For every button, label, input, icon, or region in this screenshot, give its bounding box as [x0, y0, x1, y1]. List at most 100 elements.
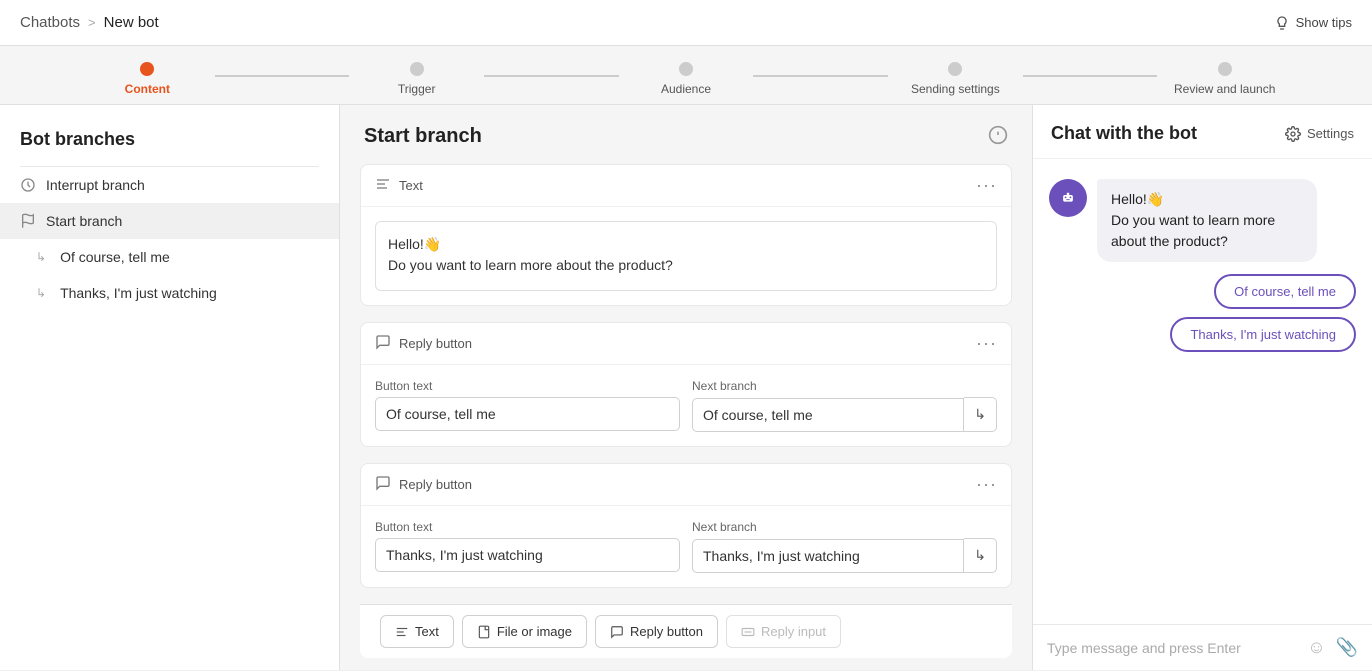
sidebar-item-interrupt[interactable]: Interrupt branch: [0, 167, 339, 203]
reply-button-block-2-menu[interactable]: ···: [976, 474, 997, 495]
text-block-body: Hello!👋Do you want to learn more about t…: [361, 207, 1011, 305]
emoji-icon[interactable]: ☺: [1307, 637, 1325, 658]
sub-arrow-icon-1: ↳: [36, 250, 46, 264]
sub-arrow-icon-2: ↳: [36, 286, 46, 300]
add-text-button[interactable]: Text: [380, 615, 454, 648]
reply-button-2-fields: Button text Next branch ↳: [375, 520, 997, 573]
stepper: Content Trigger Audience Sending setting…: [0, 46, 1372, 105]
chat-input-placeholder[interactable]: Type message and press Enter: [1047, 640, 1307, 656]
settings-icon: [1285, 126, 1301, 142]
show-tips-button[interactable]: Show tips: [1274, 15, 1352, 31]
next-branch-input-2[interactable]: [692, 539, 964, 573]
settings-label: Settings: [1307, 126, 1354, 141]
reply-buttons-row: Of course, tell me Thanks, I'm just watc…: [1049, 274, 1356, 352]
bot-message-line2: Do you want to learn more about the prod…: [1111, 212, 1275, 249]
add-reply-button-label: Reply button: [630, 624, 703, 639]
reply-button-block-1-body: Button text Next branch ↳: [361, 365, 1011, 446]
bot-avatar: [1049, 179, 1087, 217]
next-branch-group-2: Next branch ↳: [692, 520, 997, 573]
sidebar-item-thanks-label: Thanks, I'm just watching: [60, 285, 217, 301]
add-file-label: File or image: [497, 624, 572, 639]
step-connector-1: [215, 75, 350, 77]
reply-button-block-1-header: Reply button ···: [361, 323, 1011, 365]
sidebar-item-start[interactable]: Start branch: [0, 203, 339, 239]
next-branch-label-1: Next branch: [692, 379, 997, 393]
add-reply-input-button[interactable]: Reply input: [726, 615, 841, 648]
goto-button-1[interactable]: ↳: [964, 397, 997, 432]
reply-toolbar-icon: [610, 625, 624, 639]
sidebar-item-thanks[interactable]: ↳ Thanks, I'm just watching: [0, 275, 339, 311]
add-file-button[interactable]: File or image: [462, 615, 587, 648]
step-review[interactable]: Review and launch: [1157, 62, 1372, 96]
button-text-group-1: Button text: [375, 379, 680, 431]
reply-button-block-2: Reply button ··· Button text Next branch…: [360, 463, 1012, 588]
step-audience[interactable]: Audience: [619, 62, 754, 96]
button-text-label-1: Button text: [375, 379, 680, 393]
step-content[interactable]: Content: [0, 62, 215, 96]
next-branch-wrap-2: ↳: [692, 538, 997, 573]
reply-button-block-2-body: Button text Next branch ↳: [361, 506, 1011, 587]
breadcrumb-current: New bot: [104, 14, 159, 31]
branch-header: Start branch: [340, 105, 1032, 164]
next-branch-group-1: Next branch ↳: [692, 379, 997, 432]
sidebar-title: Bot branches: [0, 129, 339, 166]
breadcrumb: Chatbots > New bot: [20, 14, 159, 31]
add-reply-button[interactable]: Reply button: [595, 615, 718, 648]
sidebar: Bot branches Interrupt branch Start bran…: [0, 105, 340, 670]
reply-button-block-1-header-left: Reply button: [375, 334, 472, 353]
text-content[interactable]: Hello!👋Do you want to learn more about t…: [375, 221, 997, 291]
button-text-input-1[interactable]: [375, 397, 680, 431]
main-layout: Bot branches Interrupt branch Start bran…: [0, 105, 1372, 670]
step-connector-4: [1023, 75, 1158, 77]
reply-button-block-1-menu[interactable]: ···: [976, 333, 997, 354]
chat-input-row: Type message and press Enter ☺ 📎: [1033, 624, 1372, 670]
reply-button-block-2-header-left: Reply button: [375, 475, 472, 494]
text-block-header: Text ···: [361, 165, 1011, 207]
reply-chip-2[interactable]: Thanks, I'm just watching: [1170, 317, 1356, 352]
topbar: Chatbots > New bot Show tips: [0, 0, 1372, 46]
step-dot-trigger: [410, 62, 424, 76]
step-sending[interactable]: Sending settings: [888, 62, 1023, 96]
text-icon: [375, 176, 391, 195]
button-text-input-2[interactable]: [375, 538, 680, 572]
goto-button-2[interactable]: ↳: [964, 538, 997, 573]
lightbulb-icon: [1274, 15, 1290, 31]
step-label-content: Content: [125, 82, 170, 96]
sidebar-item-start-label: Start branch: [46, 213, 122, 229]
file-toolbar-icon: [477, 625, 491, 639]
reply-button-icon-1: [375, 334, 391, 353]
bot-bubble: Hello!👋 Do you want to learn more about …: [1097, 179, 1317, 262]
bot-icon: [1057, 187, 1079, 209]
show-tips-label: Show tips: [1296, 15, 1352, 30]
branch-title: Start branch: [364, 125, 482, 148]
step-label-sending: Sending settings: [911, 82, 1000, 96]
reply-button-block-2-header: Reply button ···: [361, 464, 1011, 506]
text-block-menu[interactable]: ···: [976, 175, 997, 196]
step-label-audience: Audience: [661, 82, 711, 96]
chat-messages: Hello!👋 Do you want to learn more about …: [1033, 159, 1372, 624]
button-text-label-2: Button text: [375, 520, 680, 534]
add-reply-input-label: Reply input: [761, 624, 826, 639]
step-connector-2: [484, 75, 619, 77]
bot-message-line1: Hello!👋: [1111, 191, 1164, 207]
next-branch-input-1[interactable]: [692, 398, 964, 432]
reply-chip-1[interactable]: Of course, tell me: [1214, 274, 1356, 309]
flag-icon: [20, 213, 36, 229]
step-dot-content: [140, 62, 154, 76]
info-icon[interactable]: [988, 125, 1008, 148]
step-dot-review: [1218, 62, 1232, 76]
chat-input-icons: ☺ 📎: [1307, 637, 1358, 658]
clock-icon: [20, 177, 36, 193]
bottom-toolbar: Text File or image Reply button Reply in…: [360, 604, 1012, 658]
attachment-icon[interactable]: 📎: [1336, 637, 1358, 658]
step-label-review: Review and launch: [1174, 82, 1275, 96]
breadcrumb-chatbots[interactable]: Chatbots: [20, 14, 80, 31]
button-text-group-2: Button text: [375, 520, 680, 572]
step-label-trigger: Trigger: [398, 82, 436, 96]
step-connector-3: [753, 75, 888, 77]
chat-settings-button[interactable]: Settings: [1285, 126, 1354, 142]
sidebar-item-of-course[interactable]: ↳ Of course, tell me: [0, 239, 339, 275]
step-trigger[interactable]: Trigger: [349, 62, 484, 96]
reply-button-icon-2: [375, 475, 391, 494]
text-block: Text ··· Hello!👋Do you want to learn mor…: [360, 164, 1012, 306]
